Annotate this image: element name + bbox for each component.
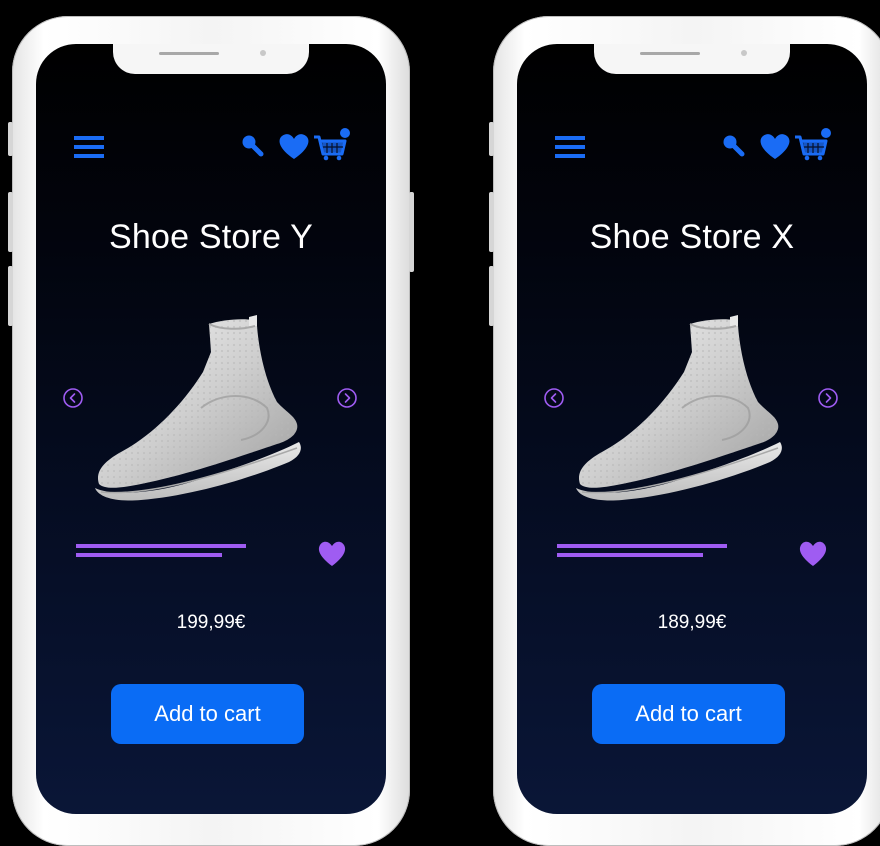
app-screen: Shoe Store Y 199,99€ Add to cart [36, 44, 386, 814]
product-description-placeholder [76, 544, 248, 560]
store-title: Shoe Store Y [108, 218, 314, 256]
power-button [409, 192, 414, 272]
phone-notch [113, 44, 309, 74]
heart-icon[interactable] [279, 134, 309, 159]
speaker-grille [640, 52, 700, 55]
add-to-cart-button[interactable]: Add to cart [111, 684, 304, 744]
front-camera [260, 50, 266, 56]
volume-down-button [489, 266, 494, 326]
volume-up-button [8, 192, 13, 252]
speaker-grille [159, 52, 219, 55]
chevron-right-icon[interactable] [336, 387, 358, 409]
phone-mockup-right: Shoe Store X 189,99€ Add to cart [489, 16, 880, 846]
product-price: 189,99€ [657, 612, 727, 633]
volume-up-button [489, 192, 494, 252]
cart-icon[interactable] [795, 128, 831, 161]
product-description-placeholder [557, 544, 729, 560]
mute-switch [489, 122, 494, 156]
menu-icon[interactable] [555, 136, 585, 158]
mute-switch [8, 122, 13, 156]
search-icon[interactable] [242, 135, 264, 157]
app-screen: Shoe Store X 189,99€ Add to cart [517, 44, 867, 814]
product-image [576, 315, 782, 501]
search-icon[interactable] [723, 135, 745, 157]
volume-down-button [8, 266, 13, 326]
cart-icon[interactable] [314, 128, 350, 161]
add-to-cart-button[interactable]: Add to cart [592, 684, 785, 744]
menu-icon[interactable] [74, 136, 104, 158]
store-title: Shoe Store X [589, 218, 795, 256]
chevron-right-icon[interactable] [817, 387, 839, 409]
heart-icon[interactable] [760, 134, 790, 159]
front-camera [741, 50, 747, 56]
phone-notch [594, 44, 790, 74]
header-actions [239, 124, 359, 164]
phone-mockup-left: Shoe Store Y 199,99€ Add to cart [8, 16, 414, 846]
favorite-heart-icon[interactable] [317, 539, 347, 567]
product-price: 199,99€ [176, 612, 246, 633]
favorite-heart-icon[interactable] [798, 539, 828, 567]
header-actions [720, 124, 840, 164]
product-image [95, 315, 301, 501]
